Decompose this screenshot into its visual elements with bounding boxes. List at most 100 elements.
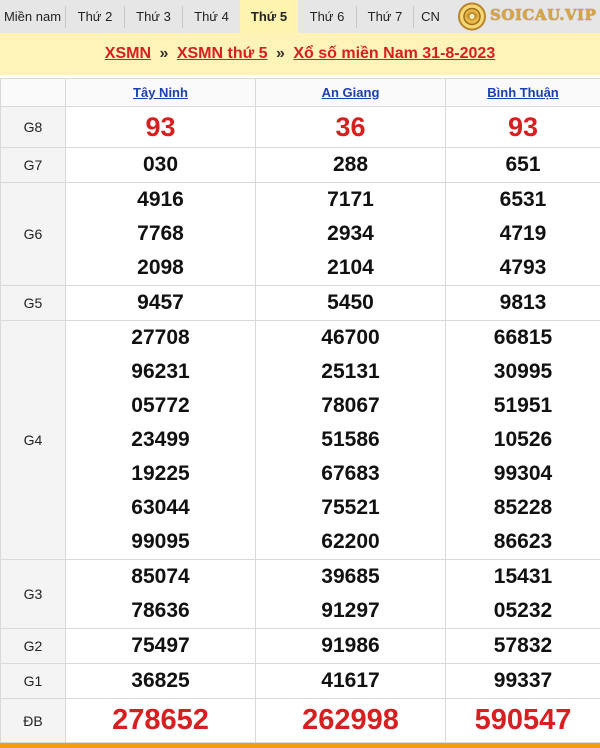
prize-number: 75521 — [321, 496, 380, 519]
prize-cell: 7171 2934 2104 — [255, 182, 446, 286]
prize-number: 93 — [65, 106, 256, 148]
prize-label: G3 — [0, 559, 66, 629]
prize-cell: 46700 25131 78067 51586 67683 75521 6220… — [255, 320, 446, 560]
prize-cell: 91986 — [255, 628, 446, 664]
breadcrumb-page-title[interactable]: Xổ số miền Nam 31-8-2023 — [293, 45, 495, 62]
prize-row-g7: G7 030 288 651 — [0, 147, 600, 183]
prize-number: 9457 — [137, 291, 184, 314]
prize-number: 4916 — [137, 188, 184, 211]
prize-cell: 85074 78636 — [65, 559, 256, 629]
prize-number: 86623 — [493, 530, 553, 553]
prize-number: 36 — [255, 106, 446, 148]
prize-number: 651 — [505, 153, 541, 176]
tab-thu-6[interactable]: Thứ 6 — [298, 0, 356, 33]
prize-number: 2934 — [327, 222, 374, 245]
prize-cell: 9457 — [65, 285, 256, 321]
day-tabs: Miền nam Thứ 2 Thứ 3 Thứ 4 Thứ 5 Thứ 6 T… — [0, 0, 600, 33]
province-link-tay-ninh[interactable]: Tây Ninh — [133, 85, 188, 100]
province-link-binh-thuan[interactable]: Bình Thuận — [487, 85, 559, 100]
prize-number: 91297 — [321, 599, 380, 622]
prize-label: G4 — [0, 320, 66, 560]
prize-cell: 651 — [445, 147, 600, 183]
prize-row-g6: G6 4916 7768 2098 7171 2934 2104 6531 47… — [0, 182, 600, 286]
prize-row-special: ĐB 278652 262998 590547 — [0, 698, 600, 743]
prize-cell: 36825 — [65, 663, 256, 699]
breadcrumb-separator: » — [159, 45, 169, 62]
prize-row-g1: G1 36825 41617 99337 — [0, 663, 600, 699]
tab-cn[interactable]: CN — [414, 0, 447, 33]
tab-thu-4[interactable]: Thứ 4 — [183, 0, 240, 33]
prize-number: 78636 — [131, 599, 190, 622]
prize-number: 30995 — [493, 360, 553, 383]
prize-row-g3: G3 85074 78636 39685 91297 15431 05232 — [0, 559, 600, 629]
prize-number: 6531 — [499, 188, 547, 211]
prize-cell: 75497 — [65, 628, 256, 664]
prize-number: 19225 — [131, 462, 190, 485]
bottom-accent-bar — [0, 743, 600, 748]
prize-label: ĐB — [0, 698, 66, 743]
prize-number: 2104 — [327, 256, 374, 279]
prize-number: 25131 — [321, 360, 380, 383]
breadcrumb-xsmn[interactable]: XSMN — [105, 45, 151, 62]
prize-label: G6 — [0, 182, 66, 286]
prize-cell: 99337 — [445, 663, 600, 699]
prize-number: 05772 — [131, 394, 190, 417]
dragon-emblem-icon — [458, 2, 486, 31]
prize-number: 99095 — [131, 530, 190, 553]
lottery-results-table: Tây Ninh An Giang Bình Thuận G8 93 36 93… — [0, 78, 600, 743]
prize-number: 15431 — [493, 565, 553, 588]
prize-number: 2098 — [137, 256, 184, 279]
prize-label: G8 — [0, 106, 66, 148]
prize-cell: 5450 — [255, 285, 446, 321]
province-link-an-giang[interactable]: An Giang — [322, 85, 380, 100]
tab-mien-nam[interactable]: Miền nam — [0, 0, 65, 33]
tab-thu-7[interactable]: Thứ 7 — [357, 0, 413, 33]
header-corner — [0, 78, 66, 107]
prize-cell: 030 — [65, 147, 256, 183]
province-header-row: Tây Ninh An Giang Bình Thuận — [0, 78, 600, 107]
prize-number: 99337 — [493, 669, 553, 692]
prize-number: 05232 — [493, 599, 553, 622]
logo-text: SOICAU.VIP — [490, 6, 597, 24]
prize-number: 57832 — [493, 634, 553, 657]
prize-number: 23499 — [131, 428, 190, 451]
prize-cell: 288 — [255, 147, 446, 183]
prize-number: 67683 — [321, 462, 380, 485]
prize-cell: 66815 30995 51951 10526 99304 85228 8662… — [445, 320, 600, 560]
tab-thu-5[interactable]: Thứ 5 — [240, 0, 298, 33]
prize-number: 9813 — [499, 291, 547, 314]
breadcrumb: XSMN » XSMN thứ 5 » Xổ số miền Nam 31-8-… — [0, 33, 600, 75]
prize-number: 7171 — [327, 188, 374, 211]
province-header: Tây Ninh — [65, 78, 256, 107]
prize-number: 7768 — [137, 222, 184, 245]
prize-number: 96231 — [131, 360, 190, 383]
prize-number: 85228 — [493, 496, 553, 519]
prize-cell: 27708 96231 05772 23499 19225 63044 9909… — [65, 320, 256, 560]
prize-row-g8: G8 93 36 93 — [0, 106, 600, 148]
prize-number: 66815 — [493, 326, 553, 349]
prize-number: 27708 — [131, 326, 190, 349]
prize-number: 030 — [142, 153, 179, 176]
prize-cell: 15431 05232 — [445, 559, 600, 629]
prize-number: 288 — [332, 153, 369, 176]
prize-cell: 9813 — [445, 285, 600, 321]
tab-thu-3[interactable]: Thứ 3 — [125, 0, 182, 33]
prize-number: 41617 — [321, 669, 380, 692]
tab-thu-2[interactable]: Thứ 2 — [66, 0, 124, 33]
prize-number: 39685 — [321, 565, 380, 588]
prize-number: 51586 — [321, 428, 380, 451]
prize-number: 63044 — [131, 496, 190, 519]
province-header: Bình Thuận — [445, 78, 600, 107]
breadcrumb-xsmn-thu-5[interactable]: XSMN thứ 5 — [177, 45, 268, 62]
prize-number: 5450 — [327, 291, 374, 314]
prize-label: G1 — [0, 663, 66, 699]
prize-number: 4719 — [499, 222, 547, 245]
prize-number: 36825 — [131, 669, 190, 692]
prize-cell: 4916 7768 2098 — [65, 182, 256, 286]
prize-number: 51951 — [493, 394, 553, 417]
prize-number: 91986 — [321, 634, 380, 657]
prize-number: 75497 — [131, 634, 190, 657]
prize-number: 10526 — [493, 428, 553, 451]
site-logo[interactable]: SOICAU.VIP — [450, 1, 600, 32]
special-prize-number: 278652 — [65, 698, 256, 743]
